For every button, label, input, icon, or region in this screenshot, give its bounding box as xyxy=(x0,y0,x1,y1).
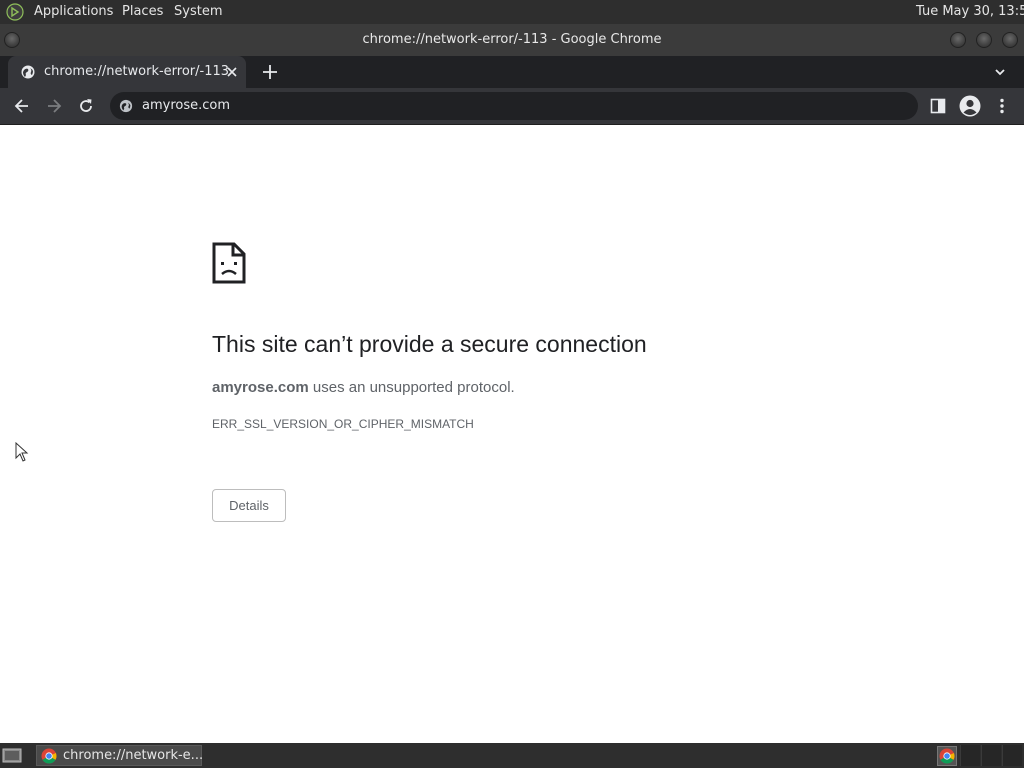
page-content: This site can’t provide a secure connect… xyxy=(0,126,1024,743)
globe-icon[interactable] xyxy=(119,99,133,113)
chrome-logo-icon xyxy=(41,748,57,764)
tray-chrome-icon[interactable] xyxy=(937,746,957,766)
mouse-cursor-icon xyxy=(15,442,29,462)
address-bar[interactable]: amyrose.com xyxy=(110,92,918,120)
distro-logo-icon[interactable] xyxy=(6,3,24,21)
menu-applications[interactable]: Applications xyxy=(34,4,113,20)
workspace-1[interactable] xyxy=(960,745,980,766)
chrome-logo-icon xyxy=(939,748,955,764)
window-close-icon[interactable] xyxy=(1002,32,1018,48)
error-message: uses an unsupported protocol. xyxy=(308,379,515,396)
tab-strip: chrome://network-error/-113 xyxy=(0,56,1024,88)
sad-file-icon xyxy=(212,242,246,284)
more-vert-icon[interactable] xyxy=(992,96,1012,116)
maximize-icon[interactable] xyxy=(976,32,992,48)
workspace-3[interactable] xyxy=(1002,745,1022,766)
taskbar-item-label: chrome://network-e... xyxy=(63,748,204,763)
tab-title: chrome://network-error/-113 xyxy=(44,64,230,79)
tab-network-error[interactable]: chrome://network-error/-113 xyxy=(8,56,246,88)
window-titlebar[interactable]: chrome://network-error/-113 - Google Chr… xyxy=(0,24,1024,56)
profile-icon[interactable] xyxy=(959,95,981,117)
reload-icon[interactable] xyxy=(76,96,96,116)
forward-arrow-icon[interactable] xyxy=(44,96,64,116)
show-desktop-icon[interactable] xyxy=(2,747,22,764)
address-bar-url[interactable]: amyrose.com xyxy=(142,98,230,114)
globe-icon xyxy=(21,65,35,79)
error-summary: amyrose.com uses an unsupported protocol… xyxy=(212,379,515,397)
panel-clock[interactable]: Tue May 30, 13:51 xyxy=(916,4,1024,20)
error-code: ERR_SSL_VERSION_OR_CIPHER_MISMATCH xyxy=(212,417,474,431)
error-domain: amyrose.com xyxy=(212,379,309,396)
menu-system[interactable]: System xyxy=(174,4,222,20)
plus-icon[interactable] xyxy=(260,62,280,82)
error-heading: This site can’t provide a secure connect… xyxy=(212,331,647,357)
side-panel-icon[interactable] xyxy=(928,96,948,116)
details-button[interactable]: Details xyxy=(212,489,286,522)
taskbar-item-chrome[interactable]: chrome://network-e... xyxy=(36,745,204,766)
window-title: chrome://network-error/-113 - Google Chr… xyxy=(362,32,662,47)
workspace-2[interactable] xyxy=(981,745,1001,766)
chevron-down-icon[interactable] xyxy=(990,62,1010,82)
minimize-icon[interactable] xyxy=(950,32,966,48)
bottom-taskbar: chrome://network-e... xyxy=(0,743,1024,768)
browser-toolbar: amyrose.com xyxy=(0,88,1024,125)
close-icon[interactable] xyxy=(224,64,240,80)
back-arrow-icon[interactable] xyxy=(12,96,32,116)
desktop-top-panel: Applications Places System Tue May 30, 1… xyxy=(0,0,1024,24)
menu-places[interactable]: Places xyxy=(122,4,163,20)
